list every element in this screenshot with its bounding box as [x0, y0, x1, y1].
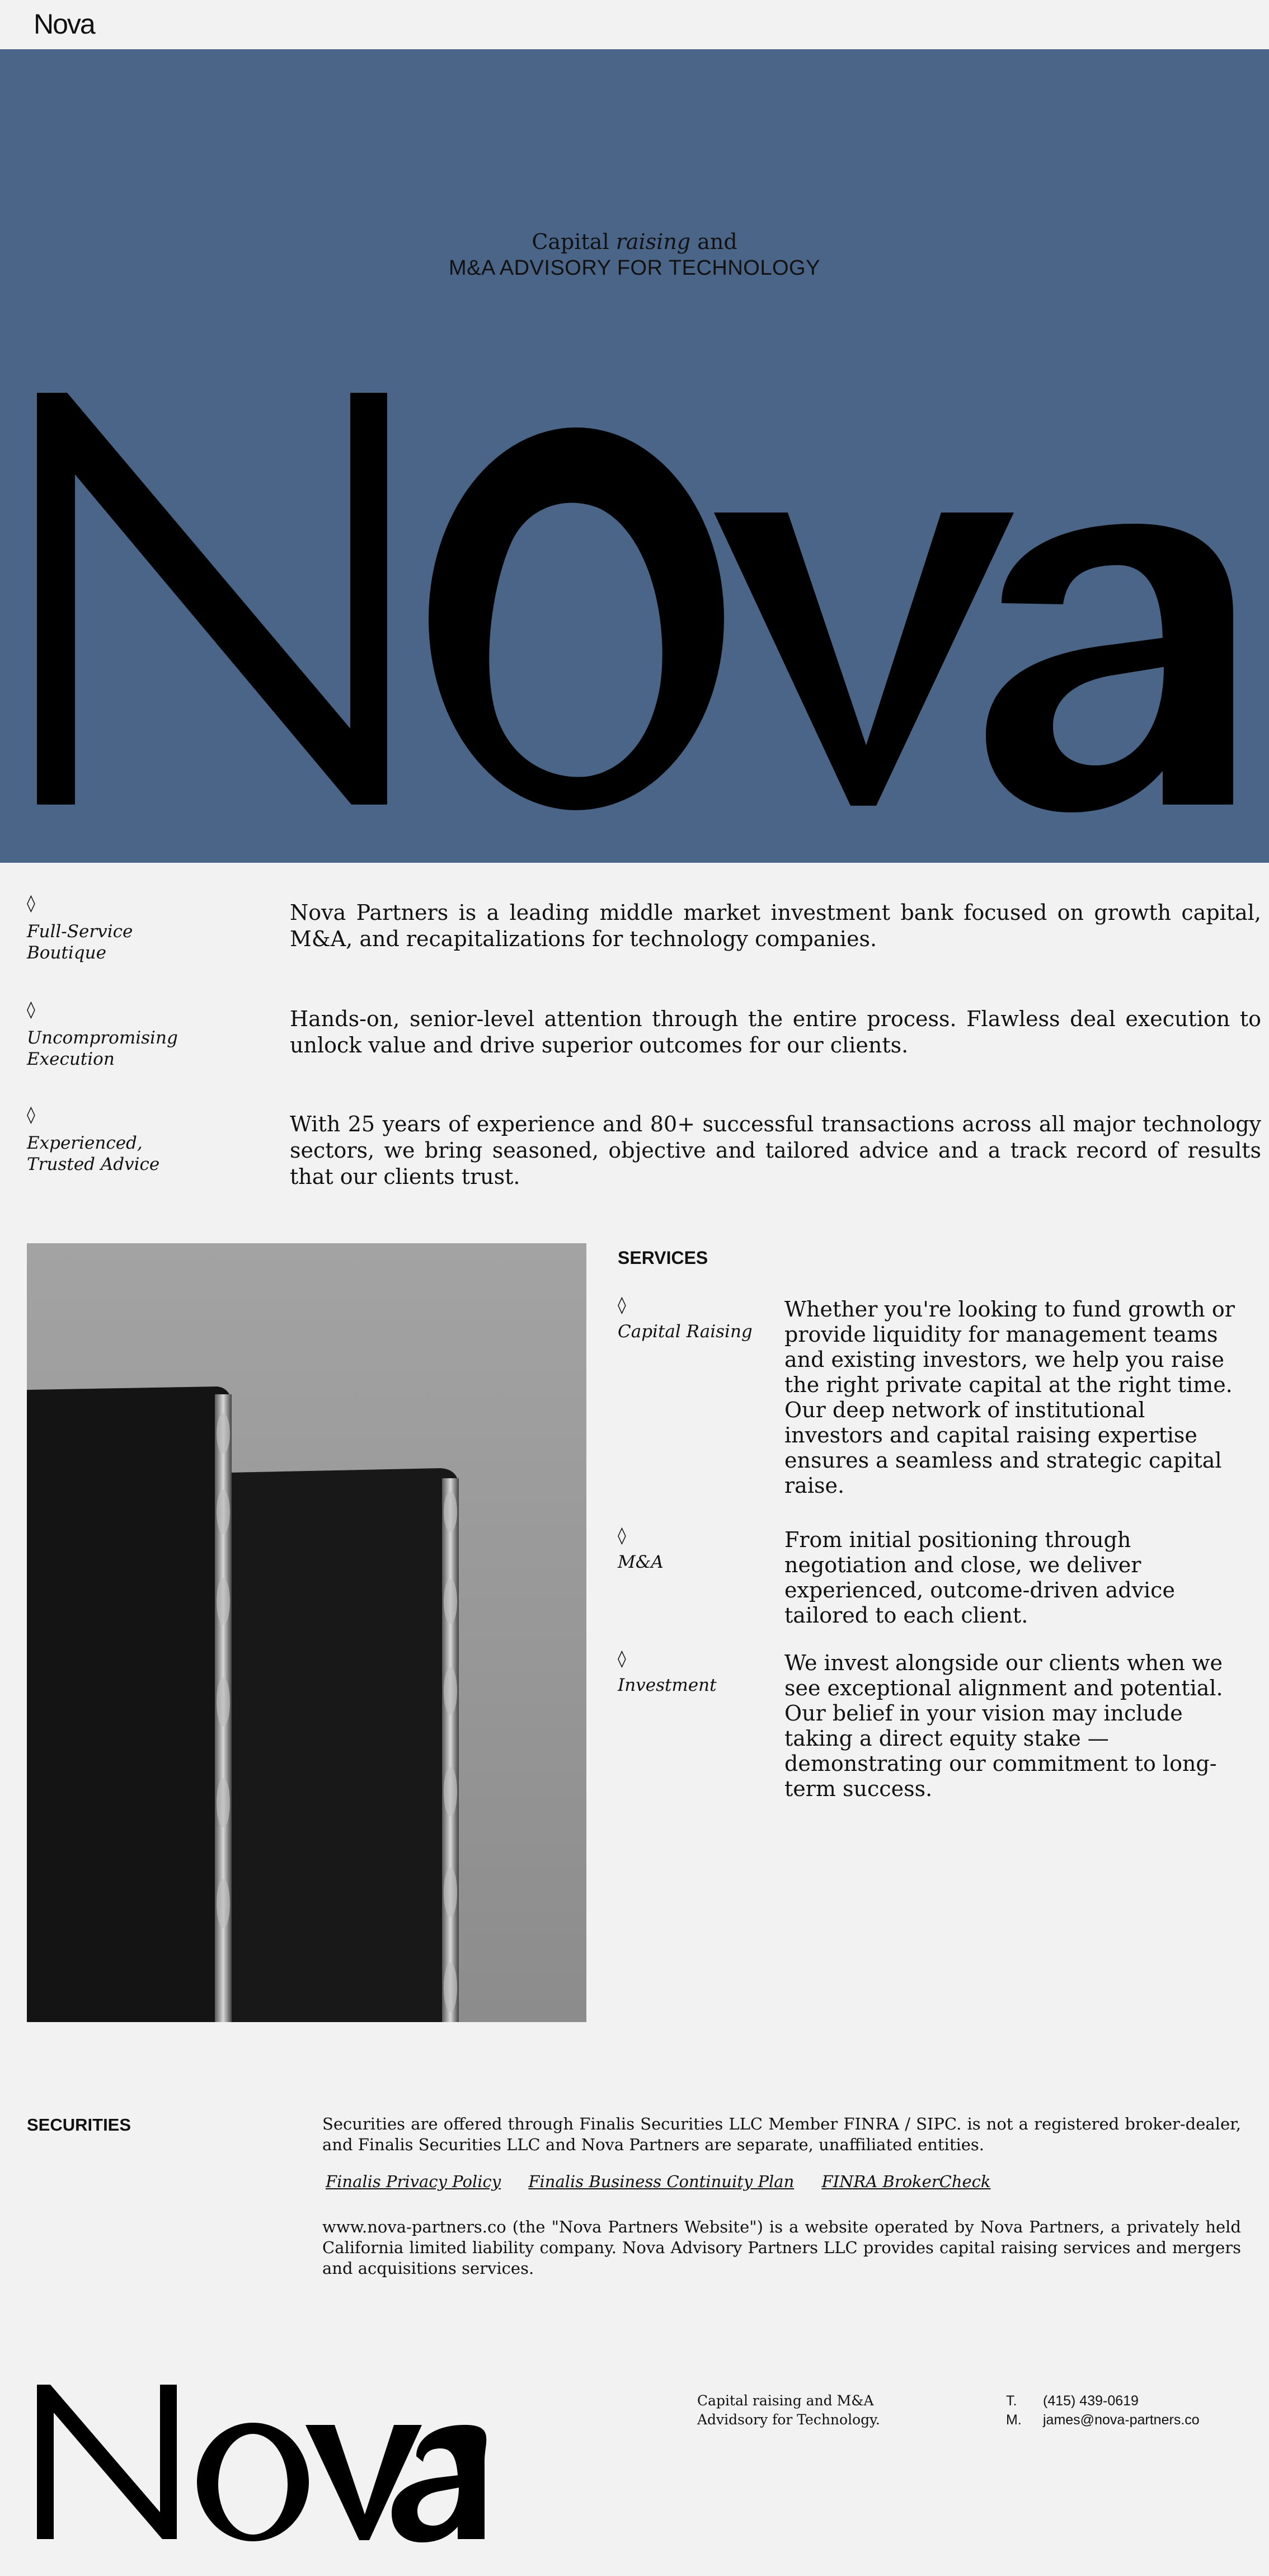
footer-tagline-line2: Advidsory for Technology. [697, 2412, 880, 2428]
footer-tagline: Capital raising and M&A Advidsory for Te… [697, 2391, 932, 2429]
securities-heading: SECURITIES [27, 2115, 131, 2135]
building-photo-illustration [27, 1243, 586, 2022]
service-label-group: ◊ M&A [618, 1526, 763, 1573]
footer-tagline-line1: Capital raising and M&A [697, 2392, 874, 2409]
diamond-icon: ◊ [618, 1295, 626, 1315]
intro-label-line2: Trusted Advice [27, 1154, 160, 1174]
hero-section: Capital raising and M&A ADVISORY FOR TEC… [0, 49, 1269, 863]
intro-text: Nova Partners is a leading middle market… [290, 900, 1261, 951]
finalis-business-continuity-link[interactable]: Finalis Business Continuity Plan [528, 2172, 794, 2191]
hero-wordmark [37, 393, 1233, 812]
diamond-icon: ◊ [27, 1105, 35, 1125]
service-description: Whether you're looking to fund growth or… [784, 1297, 1235, 1498]
intro-label-group: ◊ Full-Service Boutique [27, 895, 228, 963]
contact-email-key: M. [1006, 2412, 1022, 2428]
wordmark-letter-n [37, 393, 387, 805]
diamond-icon: ◊ [618, 1526, 626, 1545]
footer-wordmark-n [37, 2385, 177, 2539]
securities-disclosure: Securities are offered through Finalis S… [322, 2114, 1241, 2154]
contact-email-row: M. james@nova-partners.co [1006, 2410, 1200, 2429]
top-nav: Nova [0, 0, 1269, 49]
contact-phone-row: T. (415) 439-0619 [1006, 2391, 1200, 2410]
intro-label-line2: Execution [27, 1049, 115, 1069]
service-label-group: ◊ Capital Raising [618, 1297, 763, 1342]
securities-links: Finalis Privacy Policy Finalis Business … [322, 2172, 1010, 2191]
service-label: Capital Raising [618, 1322, 753, 1342]
services-heading: SERVICES [618, 1248, 708, 1268]
services-photo [27, 1243, 586, 2022]
intro-label-line1: Uncompromising [27, 1028, 178, 1048]
diamond-icon: ◊ [27, 894, 35, 913]
footer-wordmark-o [197, 2423, 309, 2541]
nav-logo[interactable]: Nova [34, 8, 96, 40]
intro-label: Experienced, Trusted Advice [27, 1132, 228, 1175]
wordmark-letter-o [429, 427, 724, 810]
intro-label: Full-Service Boutique [27, 921, 228, 963]
contact-email-link[interactable]: james@nova-partners.co [1043, 2410, 1200, 2429]
service-label: Investment [618, 1675, 717, 1695]
finra-brokercheck-link[interactable]: FINRA BrokerCheck [821, 2172, 990, 2191]
intro-text: Hands-on, senior-level attention through… [290, 1007, 1261, 1057]
footer-wordmark [37, 2385, 487, 2542]
intro-label-group: ◊ Uncompromising Execution [27, 1002, 228, 1070]
website-disclosure: www.nova-partners.co (the "Nova Partners… [322, 2217, 1241, 2278]
intro-label: Uncompromising Execution [27, 1027, 228, 1070]
service-label: M&A [618, 1552, 664, 1572]
intro-label-line1: Full-Service [27, 922, 133, 942]
wordmark-letter-a [986, 523, 1233, 812]
service-description: We invest alongside our clients when we … [784, 1651, 1223, 1801]
contact-phone-link[interactable]: (415) 439-0619 [1043, 2391, 1139, 2410]
intro-label-group: ◊ Experienced, Trusted Advice [27, 1107, 228, 1175]
intro-label-line1: Experienced, [27, 1133, 143, 1153]
service-description: From initial positioning through negotia… [784, 1527, 1175, 1628]
intro-text: With 25 years of experience and 80+ succ… [290, 1112, 1261, 1189]
wordmark-letter-v [714, 513, 1014, 806]
service-label-group: ◊ Investment [618, 1649, 763, 1696]
intro-label-line2: Boutique [27, 943, 106, 963]
diamond-icon: ◊ [27, 1000, 35, 1019]
contact-phone-key: T. [1006, 2393, 1017, 2409]
footer-contact: T. (415) 439-0619 M. james@nova-partners… [1006, 2391, 1200, 2429]
finalis-privacy-policy-link[interactable]: Finalis Privacy Policy [326, 2172, 501, 2191]
diamond-icon: ◊ [618, 1649, 626, 1668]
